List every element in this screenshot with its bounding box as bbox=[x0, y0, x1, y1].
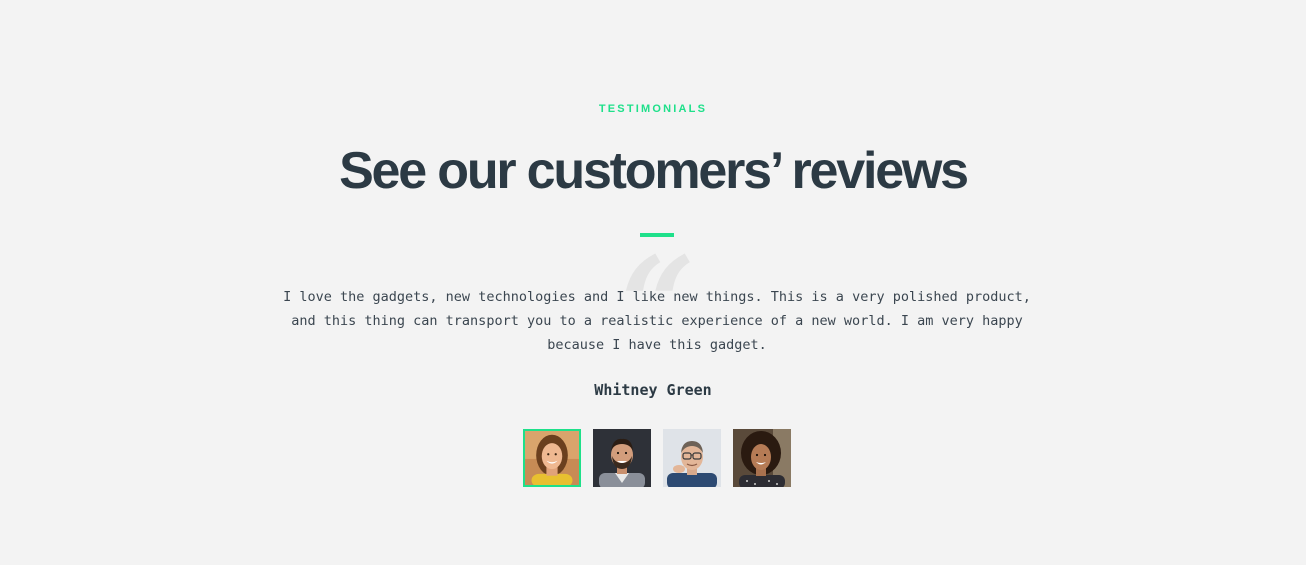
avatar-photo bbox=[663, 429, 721, 487]
avatar-photo bbox=[733, 429, 791, 487]
avatar-photo bbox=[593, 429, 651, 487]
customer-avatar-2[interactable] bbox=[593, 429, 651, 487]
avatar-photo bbox=[525, 431, 579, 485]
customer-avatar-1[interactable] bbox=[523, 429, 581, 487]
title-divider bbox=[640, 233, 674, 237]
customer-avatar-3[interactable] bbox=[663, 429, 721, 487]
section-eyebrow: TESTIMONIALS bbox=[598, 103, 708, 115]
testimonial-author: Whitney Green bbox=[594, 381, 712, 399]
section-title: See our customers’ reviews bbox=[339, 142, 969, 200]
avatar-selector bbox=[523, 429, 791, 487]
customer-avatar-4[interactable] bbox=[733, 429, 791, 487]
testimonial-quote: I love the gadgets, new technologies and… bbox=[283, 289, 1031, 353]
testimonials-section: TESTIMONIALS See our customers’ reviews … bbox=[0, 0, 1306, 565]
